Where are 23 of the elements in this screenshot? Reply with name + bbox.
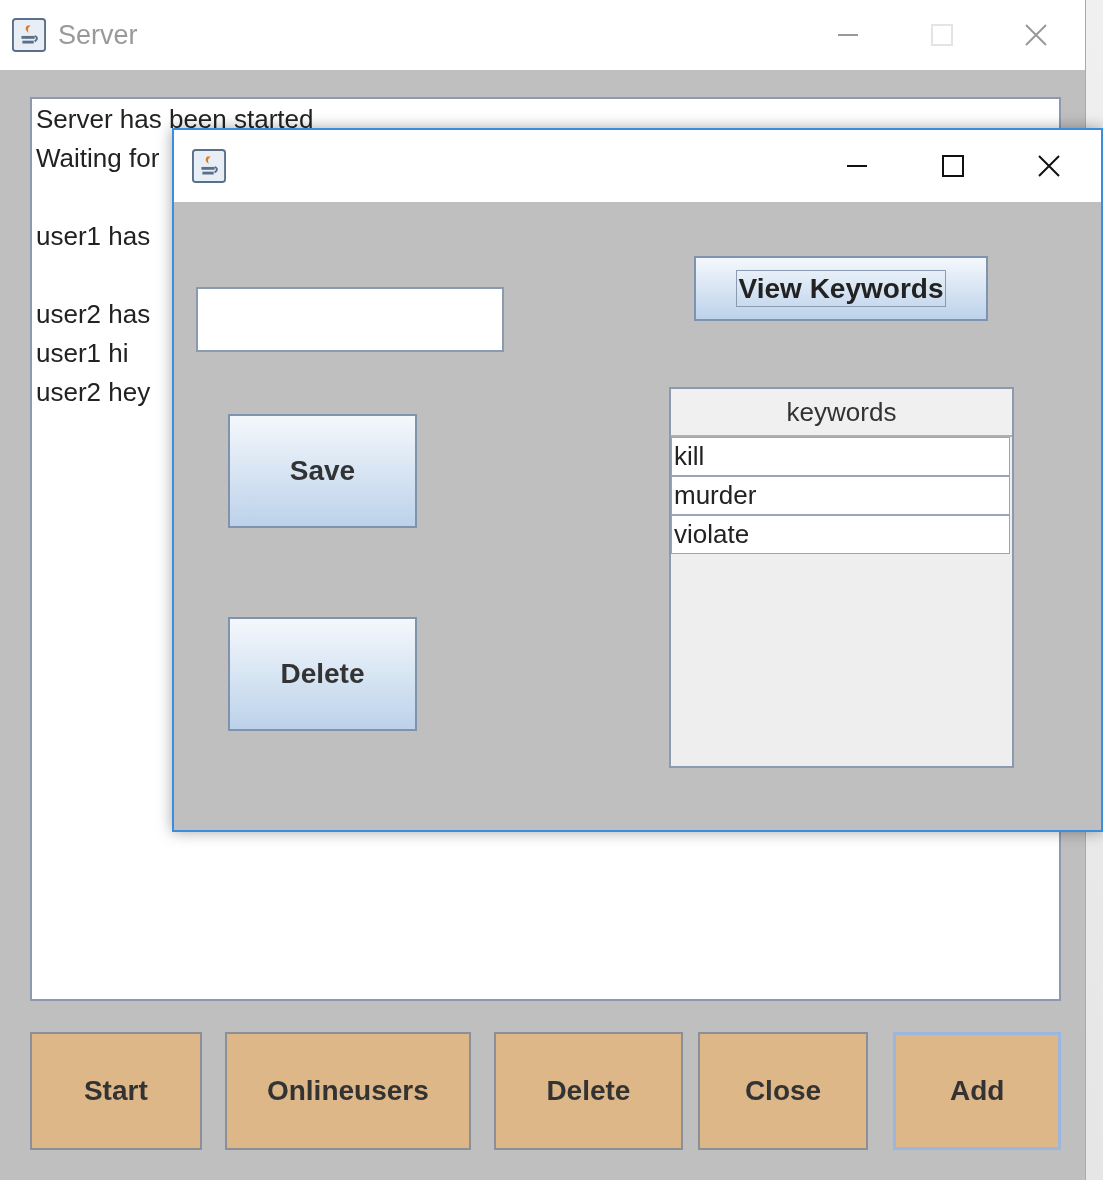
action-button[interactable]: Onlineusers	[224, 1032, 472, 1150]
table-cell[interactable]: murder	[671, 476, 1010, 515]
action-button[interactable]: Close	[697, 1032, 869, 1150]
action-button[interactable]: Delete	[494, 1032, 683, 1150]
log-line: user1 hi	[35, 338, 129, 367]
java-cup-icon	[12, 18, 46, 52]
keyword-input-field[interactable]	[196, 287, 504, 352]
save-button[interactable]: Save	[228, 414, 417, 528]
log-line: Server has been started	[35, 104, 314, 133]
maximize-icon[interactable]	[941, 154, 965, 178]
log-line: Waiting for	[35, 143, 160, 172]
delete-button[interactable]: Delete	[228, 617, 417, 731]
action-button[interactable]: Start	[30, 1032, 202, 1150]
log-line: user1 has	[35, 221, 151, 250]
window-title: Server	[58, 19, 138, 51]
close-icon[interactable]	[1037, 154, 1061, 178]
view-keywords-button[interactable]: View Keywords	[694, 256, 988, 321]
log-line: user2 has	[35, 299, 151, 328]
table-cell[interactable]: violate	[671, 515, 1010, 554]
log-line: user2 hey	[35, 377, 151, 406]
java-cup-icon	[192, 149, 226, 183]
table-cell[interactable]: kill	[671, 437, 1010, 476]
action-button[interactable]: Add	[893, 1032, 1061, 1150]
